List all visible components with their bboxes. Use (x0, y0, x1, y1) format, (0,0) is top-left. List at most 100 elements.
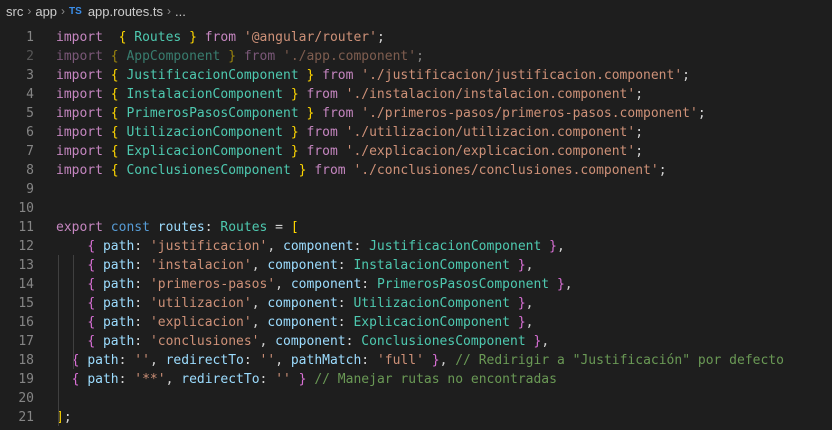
code-token: '' (134, 353, 150, 368)
breadcrumb-app[interactable]: app (35, 4, 57, 19)
code-token: , (564, 277, 573, 292)
code-token: , (251, 296, 268, 311)
code-token: ; (376, 30, 385, 45)
code-line[interactable]: 18 { path: '', redirectTo: '', pathMatch… (0, 351, 832, 370)
code-token: : (243, 353, 260, 368)
code-line[interactable]: 6 import { UtilizacionComponent } from '.… (0, 123, 832, 142)
code-token: , (275, 353, 291, 368)
breadcrumb-src[interactable]: src (6, 4, 23, 19)
code-token: } (517, 315, 526, 330)
chevron-right-icon: › (27, 4, 32, 18)
code-token: { (87, 334, 96, 349)
code-line[interactable]: 13 { path: 'instalacion', component: Ins… (0, 256, 832, 275)
code-line[interactable]: 14 { path: 'primeros-pasos', component: … (0, 275, 832, 294)
code-token: { (110, 163, 119, 178)
breadcrumb-symbols[interactable]: ... (175, 4, 186, 19)
code-line[interactable]: 20 (0, 389, 832, 408)
code-token: from (204, 30, 237, 45)
code-line[interactable]: 10 (0, 199, 832, 218)
code-token: InstalacionComponent (353, 258, 510, 273)
line-number: 8 (26, 163, 34, 178)
code-token: 'justificacion' (149, 239, 268, 254)
code-token: 'conclusiones' (149, 334, 260, 349)
code-token: 'primeros-pasos' (149, 277, 276, 292)
code-token: ExplicacionComponent (126, 144, 283, 159)
code-text: { path: '**', redirectTo: '' } // Maneja… (56, 370, 832, 389)
code-line[interactable]: 15 { path: 'utilizacion', component: Uti… (0, 294, 832, 313)
indent-guide (73, 255, 74, 369)
code-token: path (102, 334, 135, 349)
code-token: import (56, 30, 103, 45)
line-number: 10 (18, 201, 34, 216)
breadcrumb-file[interactable]: app.routes.ts (88, 4, 163, 19)
code-token: redirectTo (165, 353, 244, 368)
code-text: { path: 'conclusiones', component: Concl… (56, 332, 832, 351)
code-token: import (56, 125, 103, 140)
code-line[interactable]: 1 import { Routes } from '@angular/router… (0, 28, 832, 47)
code-line[interactable]: 7 import { ExplicacionComponent } from '.… (0, 142, 832, 161)
code-token: ; (682, 68, 690, 83)
code-token: : (134, 334, 150, 349)
code-token: ; (635, 125, 644, 140)
code-token: : (345, 334, 362, 349)
code-line[interactable]: 21]; (0, 408, 832, 427)
code-token: ; (635, 87, 644, 102)
code-line[interactable]: 2 import { AppComponent } from './app.com… (0, 47, 832, 66)
code-token: , (251, 315, 268, 330)
code-token: component (267, 258, 338, 273)
code-editor[interactable]: 1 import { Routes } from '@angular/router… (0, 22, 832, 427)
code-token: '' (275, 372, 291, 387)
code-token: path (102, 315, 135, 330)
code-line[interactable]: 4 import { InstalacionComponent } from '.… (0, 85, 832, 104)
code-line[interactable]: 11 export const routes: Routes = [ (0, 218, 832, 237)
code-token: : (134, 315, 150, 330)
code-token: ; (635, 144, 644, 159)
code-line[interactable]: 12 { path: 'justificacion', component: J… (0, 237, 832, 256)
code-token: path (102, 258, 135, 273)
code-token: } (189, 30, 197, 45)
code-line[interactable]: 8 import { ConclusionesComponent } from '… (0, 161, 832, 180)
code-token: : (259, 372, 276, 387)
code-line[interactable]: 16 { path: 'explicacion', component: Exp… (0, 313, 832, 332)
code-line[interactable]: 5 import { PrimerosPasosComponent } from … (0, 104, 832, 123)
code-line[interactable]: 19 { path: '**', redirectTo: '' } // Man… (0, 370, 832, 389)
code-token: ; (63, 410, 72, 425)
code-token: UtilizacionComponent (126, 125, 283, 140)
code-text: import { ConclusionesComponent } from '.… (56, 161, 832, 180)
code-token: '**' (134, 372, 166, 387)
code-token: UtilizacionComponent (353, 296, 510, 311)
typescript-file-icon: TS (69, 5, 82, 17)
code-token: from (322, 106, 354, 121)
code-token: { (110, 106, 119, 121)
code-line[interactable]: 9 (0, 180, 832, 199)
code-token: routes (157, 220, 205, 235)
code-line[interactable]: 3 import { JustificacionComponent } from … (0, 66, 832, 85)
code-line[interactable]: 17 { path: 'conclusiones', component: Co… (0, 332, 832, 351)
code-token: import (56, 106, 103, 121)
code-text: import { PrimerosPasosComponent } from '… (56, 104, 832, 123)
code-token: } (228, 49, 237, 64)
code-token: import (56, 144, 103, 159)
code-token: path (102, 277, 135, 292)
code-token: '@angular/router' (243, 30, 377, 45)
code-token: { (110, 87, 119, 102)
code-token: : (118, 372, 135, 387)
code-token: : (204, 220, 221, 235)
code-token: { (87, 277, 96, 292)
code-token: from (306, 87, 338, 102)
